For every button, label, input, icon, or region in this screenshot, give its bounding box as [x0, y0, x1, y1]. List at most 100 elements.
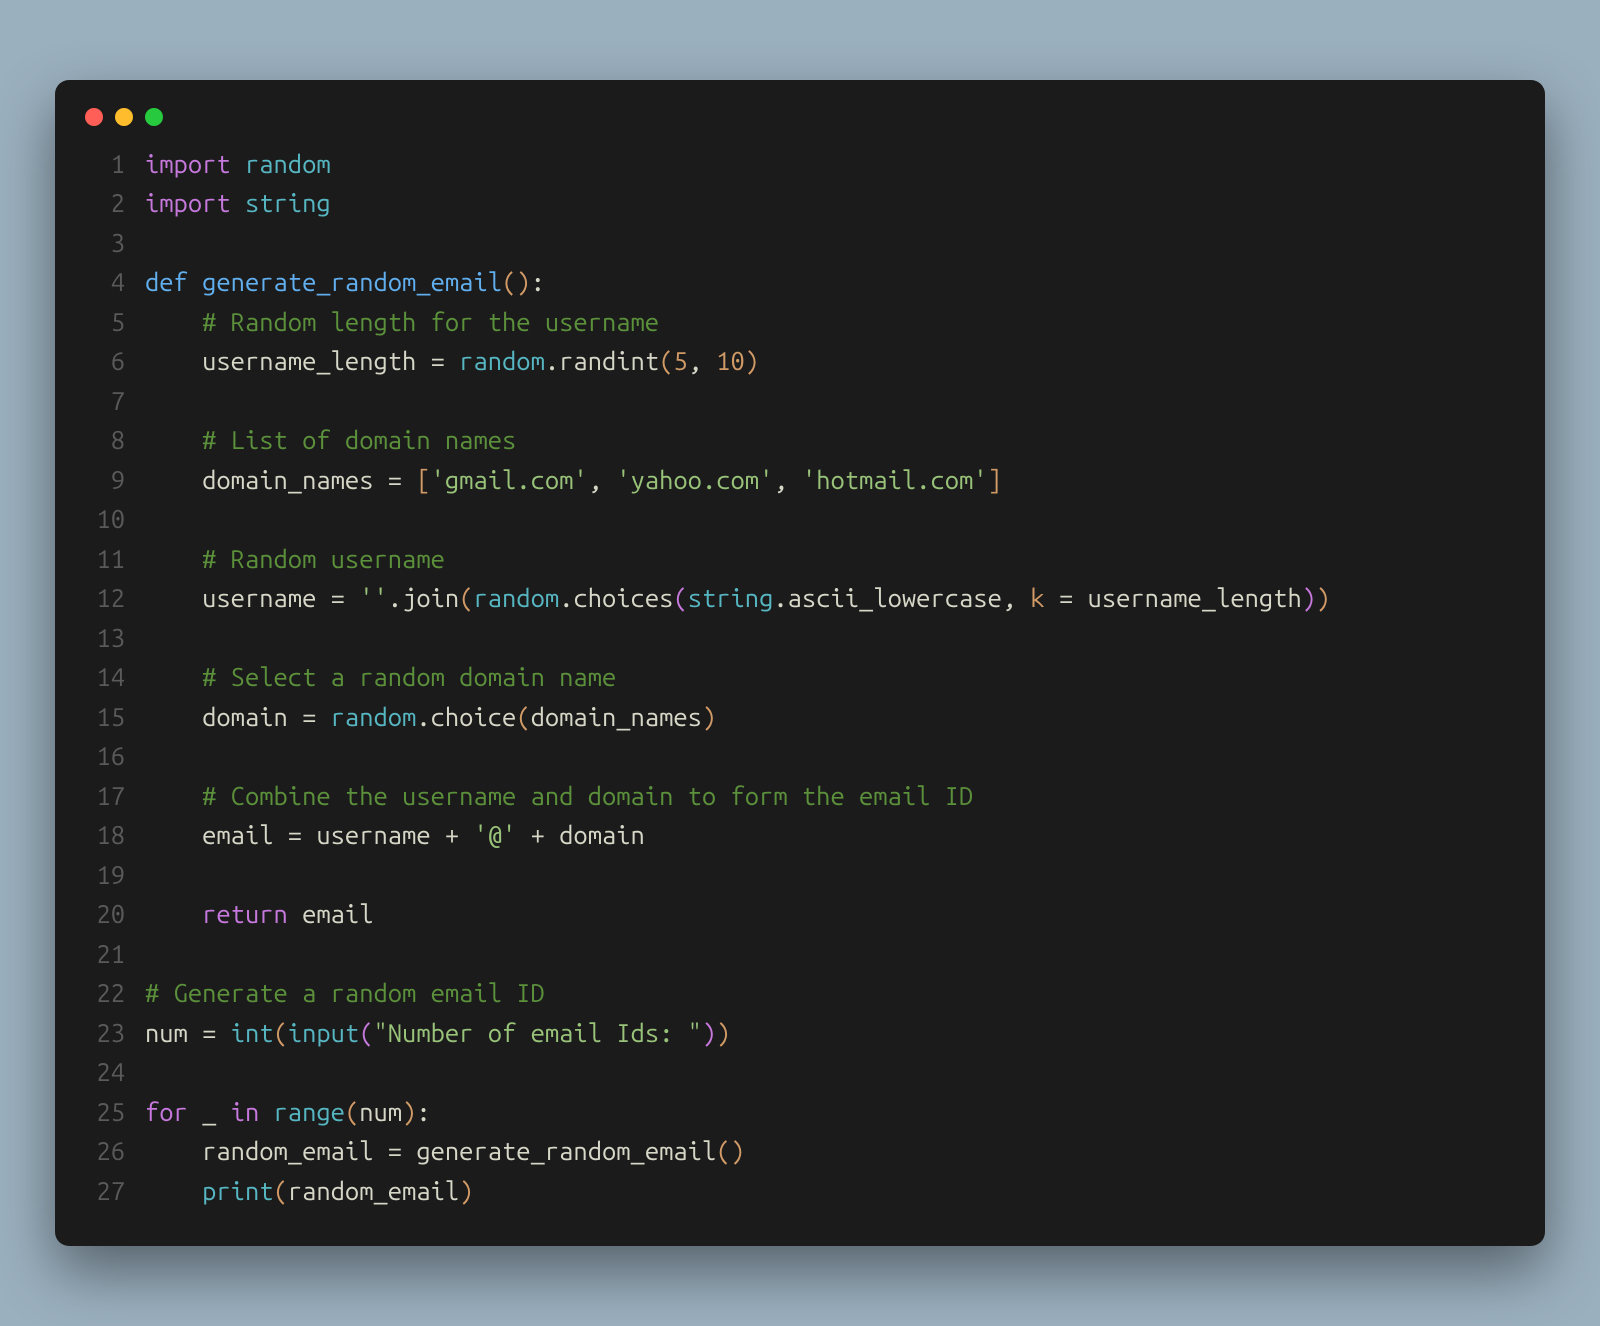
line-number: 7	[75, 381, 145, 421]
code-line: 17 # Combine the username and domain to …	[75, 776, 1511, 816]
line-content: print(random_email)	[145, 1171, 473, 1211]
token	[216, 1097, 230, 1126]
line-number: 10	[75, 499, 145, 539]
minimize-icon[interactable]	[115, 108, 133, 126]
code-line: 25for _ in range(num):	[75, 1092, 1511, 1132]
maximize-icon[interactable]	[145, 108, 163, 126]
close-icon[interactable]	[85, 108, 103, 126]
token: # Combine the username and domain to for…	[202, 781, 973, 810]
token: .	[773, 583, 787, 612]
line-content: return email	[145, 894, 374, 934]
code-line: 10	[75, 499, 1511, 539]
token	[145, 702, 202, 731]
token: [	[416, 465, 430, 494]
line-number: 19	[75, 855, 145, 895]
token: =	[374, 465, 417, 494]
token	[259, 1097, 273, 1126]
token: domain_names	[531, 702, 702, 731]
token: random	[331, 702, 417, 731]
line-content: # Combine the username and domain to for…	[145, 776, 973, 816]
line-content: random_email = generate_random_email()	[145, 1131, 745, 1171]
line-number: 17	[75, 776, 145, 816]
token: ,	[773, 465, 802, 494]
token	[188, 267, 202, 296]
line-number: 1	[75, 144, 145, 184]
line-number: 11	[75, 539, 145, 579]
token: =	[1045, 583, 1088, 612]
code-line: 18 email = username + '@' + domain	[75, 815, 1511, 855]
token: (	[274, 1176, 288, 1205]
code-line: 6 username_length = random.randint(5, 10…	[75, 341, 1511, 381]
line-content: email = username + '@' + domain	[145, 815, 645, 855]
line-number: 18	[75, 815, 145, 855]
token: input	[288, 1018, 359, 1047]
line-number: 27	[75, 1171, 145, 1211]
line-content: # Generate a random email ID	[145, 973, 545, 1013]
token: (	[345, 1097, 359, 1126]
token: num	[145, 1018, 188, 1047]
code-line: 23num = int(input("Number of email Ids: …	[75, 1013, 1511, 1053]
token: string	[688, 583, 774, 612]
token	[145, 820, 202, 849]
code-line: 16	[75, 736, 1511, 776]
line-content	[145, 736, 159, 776]
token: random	[245, 149, 331, 178]
code-line: 3	[75, 223, 1511, 263]
token: :	[416, 1097, 430, 1126]
token: (	[659, 346, 673, 375]
line-content: import random	[145, 144, 331, 184]
token: random_email	[288, 1176, 459, 1205]
token: in	[231, 1097, 260, 1126]
token: # Random username	[202, 544, 445, 573]
token: return	[202, 899, 288, 928]
token: .	[416, 702, 430, 731]
token	[145, 781, 202, 810]
token	[145, 662, 202, 691]
line-number: 12	[75, 578, 145, 618]
line-number: 21	[75, 934, 145, 974]
line-content	[145, 934, 159, 974]
token: domain	[559, 820, 645, 849]
line-content: num = int(input("Number of email Ids: ")…	[145, 1013, 731, 1053]
token: username	[202, 583, 316, 612]
token: )	[1316, 583, 1330, 612]
token: 5	[673, 346, 687, 375]
token: range	[274, 1097, 345, 1126]
token: )	[702, 1018, 716, 1047]
token: email	[202, 820, 273, 849]
token: (	[274, 1018, 288, 1047]
line-number: 25	[75, 1092, 145, 1132]
token	[145, 1176, 202, 1205]
line-content: domain_names = ['gmail.com', 'yahoo.com'…	[145, 460, 1002, 500]
line-number: 3	[75, 223, 145, 263]
code-line: 26 random_email = generate_random_email(…	[75, 1131, 1511, 1171]
token: string	[245, 188, 331, 217]
token	[231, 149, 245, 178]
code-window: 1import random2import string3 4def gener…	[55, 80, 1545, 1247]
token: .	[545, 346, 559, 375]
line-number: 9	[75, 460, 145, 500]
token: )	[402, 1097, 416, 1126]
token: :	[531, 267, 545, 296]
token: # Random length for the username	[202, 307, 659, 336]
line-content	[145, 855, 159, 895]
token: (	[716, 1136, 730, 1165]
line-number: 24	[75, 1052, 145, 1092]
token	[145, 465, 202, 494]
token: # Select a random domain name	[202, 662, 616, 691]
token: num	[359, 1097, 402, 1126]
code-line: 21	[75, 934, 1511, 974]
line-number: 4	[75, 262, 145, 302]
line-content: for _ in range(num):	[145, 1092, 431, 1132]
token	[145, 346, 202, 375]
code-line: 22# Generate a random email ID	[75, 973, 1511, 1013]
line-number: 16	[75, 736, 145, 776]
token: email	[302, 899, 373, 928]
line-content	[145, 499, 159, 539]
token	[145, 899, 202, 928]
line-content: # Select a random domain name	[145, 657, 616, 697]
token: )	[702, 702, 716, 731]
code-line: 13	[75, 618, 1511, 658]
line-number: 2	[75, 183, 145, 223]
token	[231, 188, 245, 217]
